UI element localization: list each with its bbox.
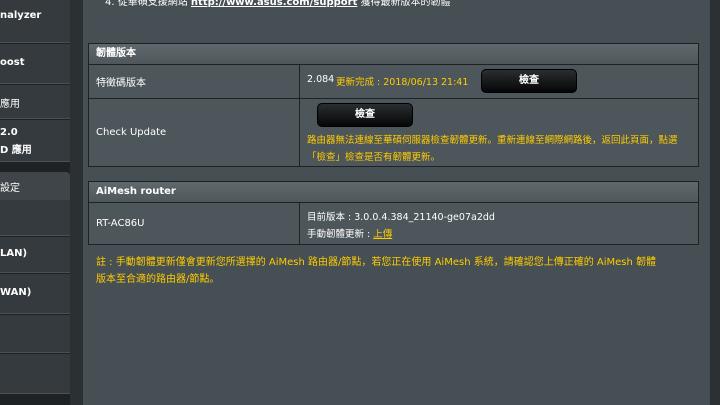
signature-version-cell: 2.084 更新完成 : 2018/06/13 21:41 檢查	[300, 65, 698, 98]
sidebar-item-next[interactable]	[0, 315, 70, 353]
asus-support-link[interactable]: http://www.asus.com/support	[191, 0, 357, 8]
aimesh-router-model: RT-AC86U	[89, 203, 300, 244]
sidebar: nalyzer oost 應用 2.0 D 應用 設定 LAN) WAN)	[0, 0, 70, 405]
sidebar-item-apps[interactable]: 應用	[0, 85, 70, 119]
main-panel: 4. 從華碩支援網站 http://www.asus.com/support 獲…	[83, 0, 710, 405]
sidebar-item-next-2[interactable]	[0, 354, 70, 394]
signature-version-value: 2.084	[307, 74, 335, 85]
sidebar-item-lan[interactable]: LAN)	[0, 237, 70, 273]
sidebar-item-usb-apps[interactable]: 2.0 D 應用	[0, 120, 70, 162]
firmware-check-button[interactable]: 檢查	[317, 103, 413, 127]
sidebar-item-boost[interactable]: oost	[0, 44, 70, 84]
check-update-label: Check Update	[89, 99, 300, 166]
signature-version-label: 特徵碼版本	[89, 65, 300, 98]
signature-version-row: 特徵碼版本 2.084 更新完成 : 2018/06/13 21:41 檢查	[89, 65, 698, 99]
aimesh-router-info-cell: 目前版本 : 3.0.0.4.384_21140-ge07a2dd 手動韌體更新…	[300, 203, 698, 244]
firmware-table-header: 韌體版本	[89, 44, 698, 65]
update-status-text: 更新完成 : 2018/06/13 21:41	[336, 77, 469, 88]
sidebar-item-wireless[interactable]	[0, 200, 70, 236]
manual-update-label: 手動韌體更新 :	[307, 229, 374, 240]
sidebar-item-label: WAN)	[0, 287, 32, 298]
upload-link[interactable]: 上傳	[373, 229, 392, 240]
sidebar-item-label: LAN)	[0, 248, 28, 259]
check-update-row: Check Update 檢查 路由器無法連線至華碩伺服器檢查韌體更新。重新連線…	[89, 99, 698, 166]
aimesh-router-row: RT-AC86U 目前版本 : 3.0.0.4.384_21140-ge07a2…	[89, 203, 698, 244]
signature-check-button[interactable]: 檢查	[481, 69, 577, 93]
instruction-text-suffix: 獲得最新版本的韌體	[360, 0, 451, 8]
sidebar-item-wan[interactable]: WAN)	[0, 274, 70, 314]
sidebar-item-traffic-analyzer[interactable]: nalyzer	[0, 0, 70, 43]
check-update-cell: 檢查 路由器無法連線至華碩伺服器檢查韌體更新。重新連線至網際網路後，返回此頁面，…	[300, 99, 698, 166]
update-error-line1: 路由器無法連線至華碩伺服器檢查韌體更新。重新連線至網際網路後，返回此頁面，點選	[307, 135, 678, 146]
sidebar-item-label: 應用	[0, 99, 20, 110]
sidebar-item-label: oost	[0, 57, 25, 68]
note-line1: 註 : 手動韌體更新僅會更新您所選擇的 AiMesh 路由器/節點，若您正在使用…	[96, 257, 657, 268]
instruction-text: 4. 從華碩支援網站	[105, 0, 188, 8]
update-error-line2: 「檢查」檢查是否有韌體更新。	[307, 152, 441, 163]
note-line2: 版本至合適的路由器/節點。	[96, 274, 220, 285]
sidebar-section-label: 設定	[0, 183, 20, 194]
manual-update-row: 手動韌體更新 : 上傳	[307, 226, 392, 240]
instruction-step-4: 4. 從華碩支援網站 http://www.asus.com/support 獲…	[105, 0, 451, 8]
sidebar-section-advanced-settings: 設定	[0, 172, 70, 200]
aimesh-current-version: 目前版本 : 3.0.0.4.384_21140-ge07a2dd	[307, 212, 495, 223]
aimesh-router-table: AiMesh router RT-AC86U 目前版本 : 3.0.0.4.38…	[88, 181, 699, 245]
sidebar-item-label-line2: D 應用	[0, 145, 32, 156]
sidebar-item-label-line1: 2.0	[0, 127, 18, 138]
aimesh-firmware-note: 註 : 手動韌體更新僅會更新您所選擇的 AiMesh 路由器/節點，若您正在使用…	[96, 254, 701, 288]
aimesh-table-header: AiMesh router	[89, 182, 698, 203]
firmware-version-table: 韌體版本 特徵碼版本 2.084 更新完成 : 2018/06/13 21:41…	[88, 43, 699, 167]
sidebar-item-label: nalyzer	[0, 10, 42, 21]
